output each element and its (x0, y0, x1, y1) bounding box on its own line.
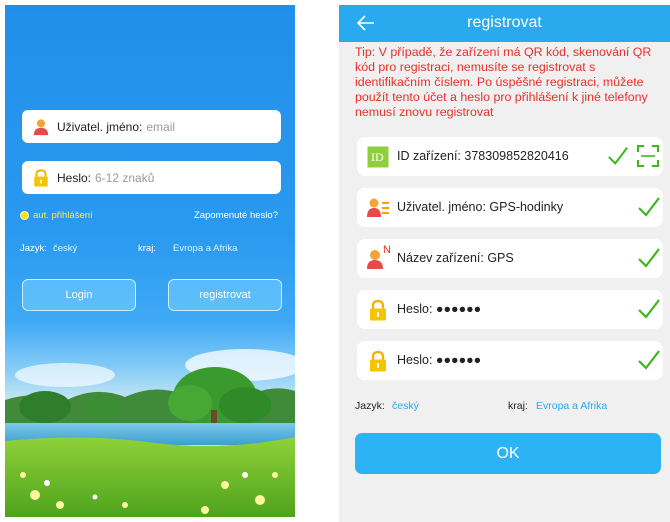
username-label: Uživatel. jméno: (57, 119, 143, 134)
login-button[interactable]: Login (22, 279, 136, 311)
tip-text: Tip: V případě, že zařízení má QR kód, s… (355, 45, 652, 119)
id-badge-text: ID (371, 150, 384, 164)
password-placeholder: 6-12 znaků (95, 170, 155, 185)
ok-button[interactable]: OK (355, 433, 661, 474)
username-placeholder: email (146, 119, 176, 134)
device-name-text: Název zařízení: GPS (397, 251, 514, 265)
password-label: Heslo: (397, 302, 433, 316)
login-screen: Uživatel. jméno: email Heslo: 6-12 znaků… (5, 5, 295, 517)
username-value: GPS-hodinky (489, 200, 564, 214)
device-name-label: Název zařízení: (397, 251, 484, 265)
page-title: registrovat (467, 14, 542, 31)
landscape-background (5, 349, 295, 517)
top-bar: registrovat (339, 5, 670, 42)
language-label: Jazyk: (20, 243, 47, 254)
device-id-value: 378309852820416 (464, 149, 569, 163)
password-row[interactable]: Heslo: ●●●●●● (357, 290, 663, 329)
check-icon (638, 197, 660, 217)
password-value: ●●●●●● (435, 302, 482, 316)
region-label: kraj: (138, 243, 156, 254)
confirm-password-label: Heslo: (397, 353, 433, 367)
register-screen: registrovat Tip: V případě, že zařízení … (339, 5, 670, 522)
confirm-password-text: Heslo: ●●●●●● (397, 353, 481, 367)
device-id-row[interactable]: ID ID zařízení: 378309852820416 (357, 137, 663, 176)
device-id-text: ID zařízení: 378309852820416 (397, 149, 569, 163)
password-field[interactable]: Heslo: 6-12 znaků (22, 161, 281, 194)
username-row[interactable]: Uživatel. jméno: GPS-hodinky (357, 188, 663, 227)
region-value[interactable]: Evropa a Afrika (173, 243, 237, 254)
register-button[interactable]: registrovat (168, 279, 282, 311)
device-id-label: ID zařízení: (397, 149, 461, 163)
username-text: Uživatel. jméno: GPS-hodinky (397, 200, 563, 214)
region-value[interactable]: Evropa a Afrika (536, 400, 607, 412)
check-icon (608, 147, 628, 165)
user-icon (33, 118, 49, 135)
radio-checked-icon (20, 211, 29, 220)
check-icon (638, 248, 660, 268)
check-icon (638, 350, 660, 370)
qr-scan-icon[interactable] (637, 145, 659, 167)
lock-icon (34, 168, 48, 187)
password-label: Heslo: (57, 170, 92, 185)
language-value[interactable]: český (53, 243, 77, 254)
username-label: Uživatel. jméno: (397, 200, 486, 214)
check-icon (638, 299, 660, 319)
lock-icon (370, 299, 386, 321)
device-name-row[interactable]: N Název zařízení: GPS (357, 239, 663, 278)
lock-icon (370, 350, 386, 372)
language-value[interactable]: český (392, 400, 419, 412)
n-badge-text: N (383, 244, 391, 256)
auto-login-toggle[interactable]: aut. přihlášení (20, 210, 93, 221)
forgot-password-link[interactable]: Zapomenuté heslo? (194, 210, 278, 221)
confirm-password-value: ●●●●●● (435, 353, 482, 367)
user-list-icon (367, 198, 389, 217)
auto-login-label: aut. přihlášení (33, 210, 93, 221)
confirm-password-row[interactable]: Heslo: ●●●●●● (357, 341, 663, 380)
region-label: kraj: (508, 400, 528, 412)
username-field[interactable]: Uživatel. jméno: email (22, 110, 281, 143)
language-label: Jazyk: (355, 400, 385, 412)
device-name-value: GPS (487, 251, 514, 265)
password-text: Heslo: ●●●●●● (397, 302, 481, 316)
